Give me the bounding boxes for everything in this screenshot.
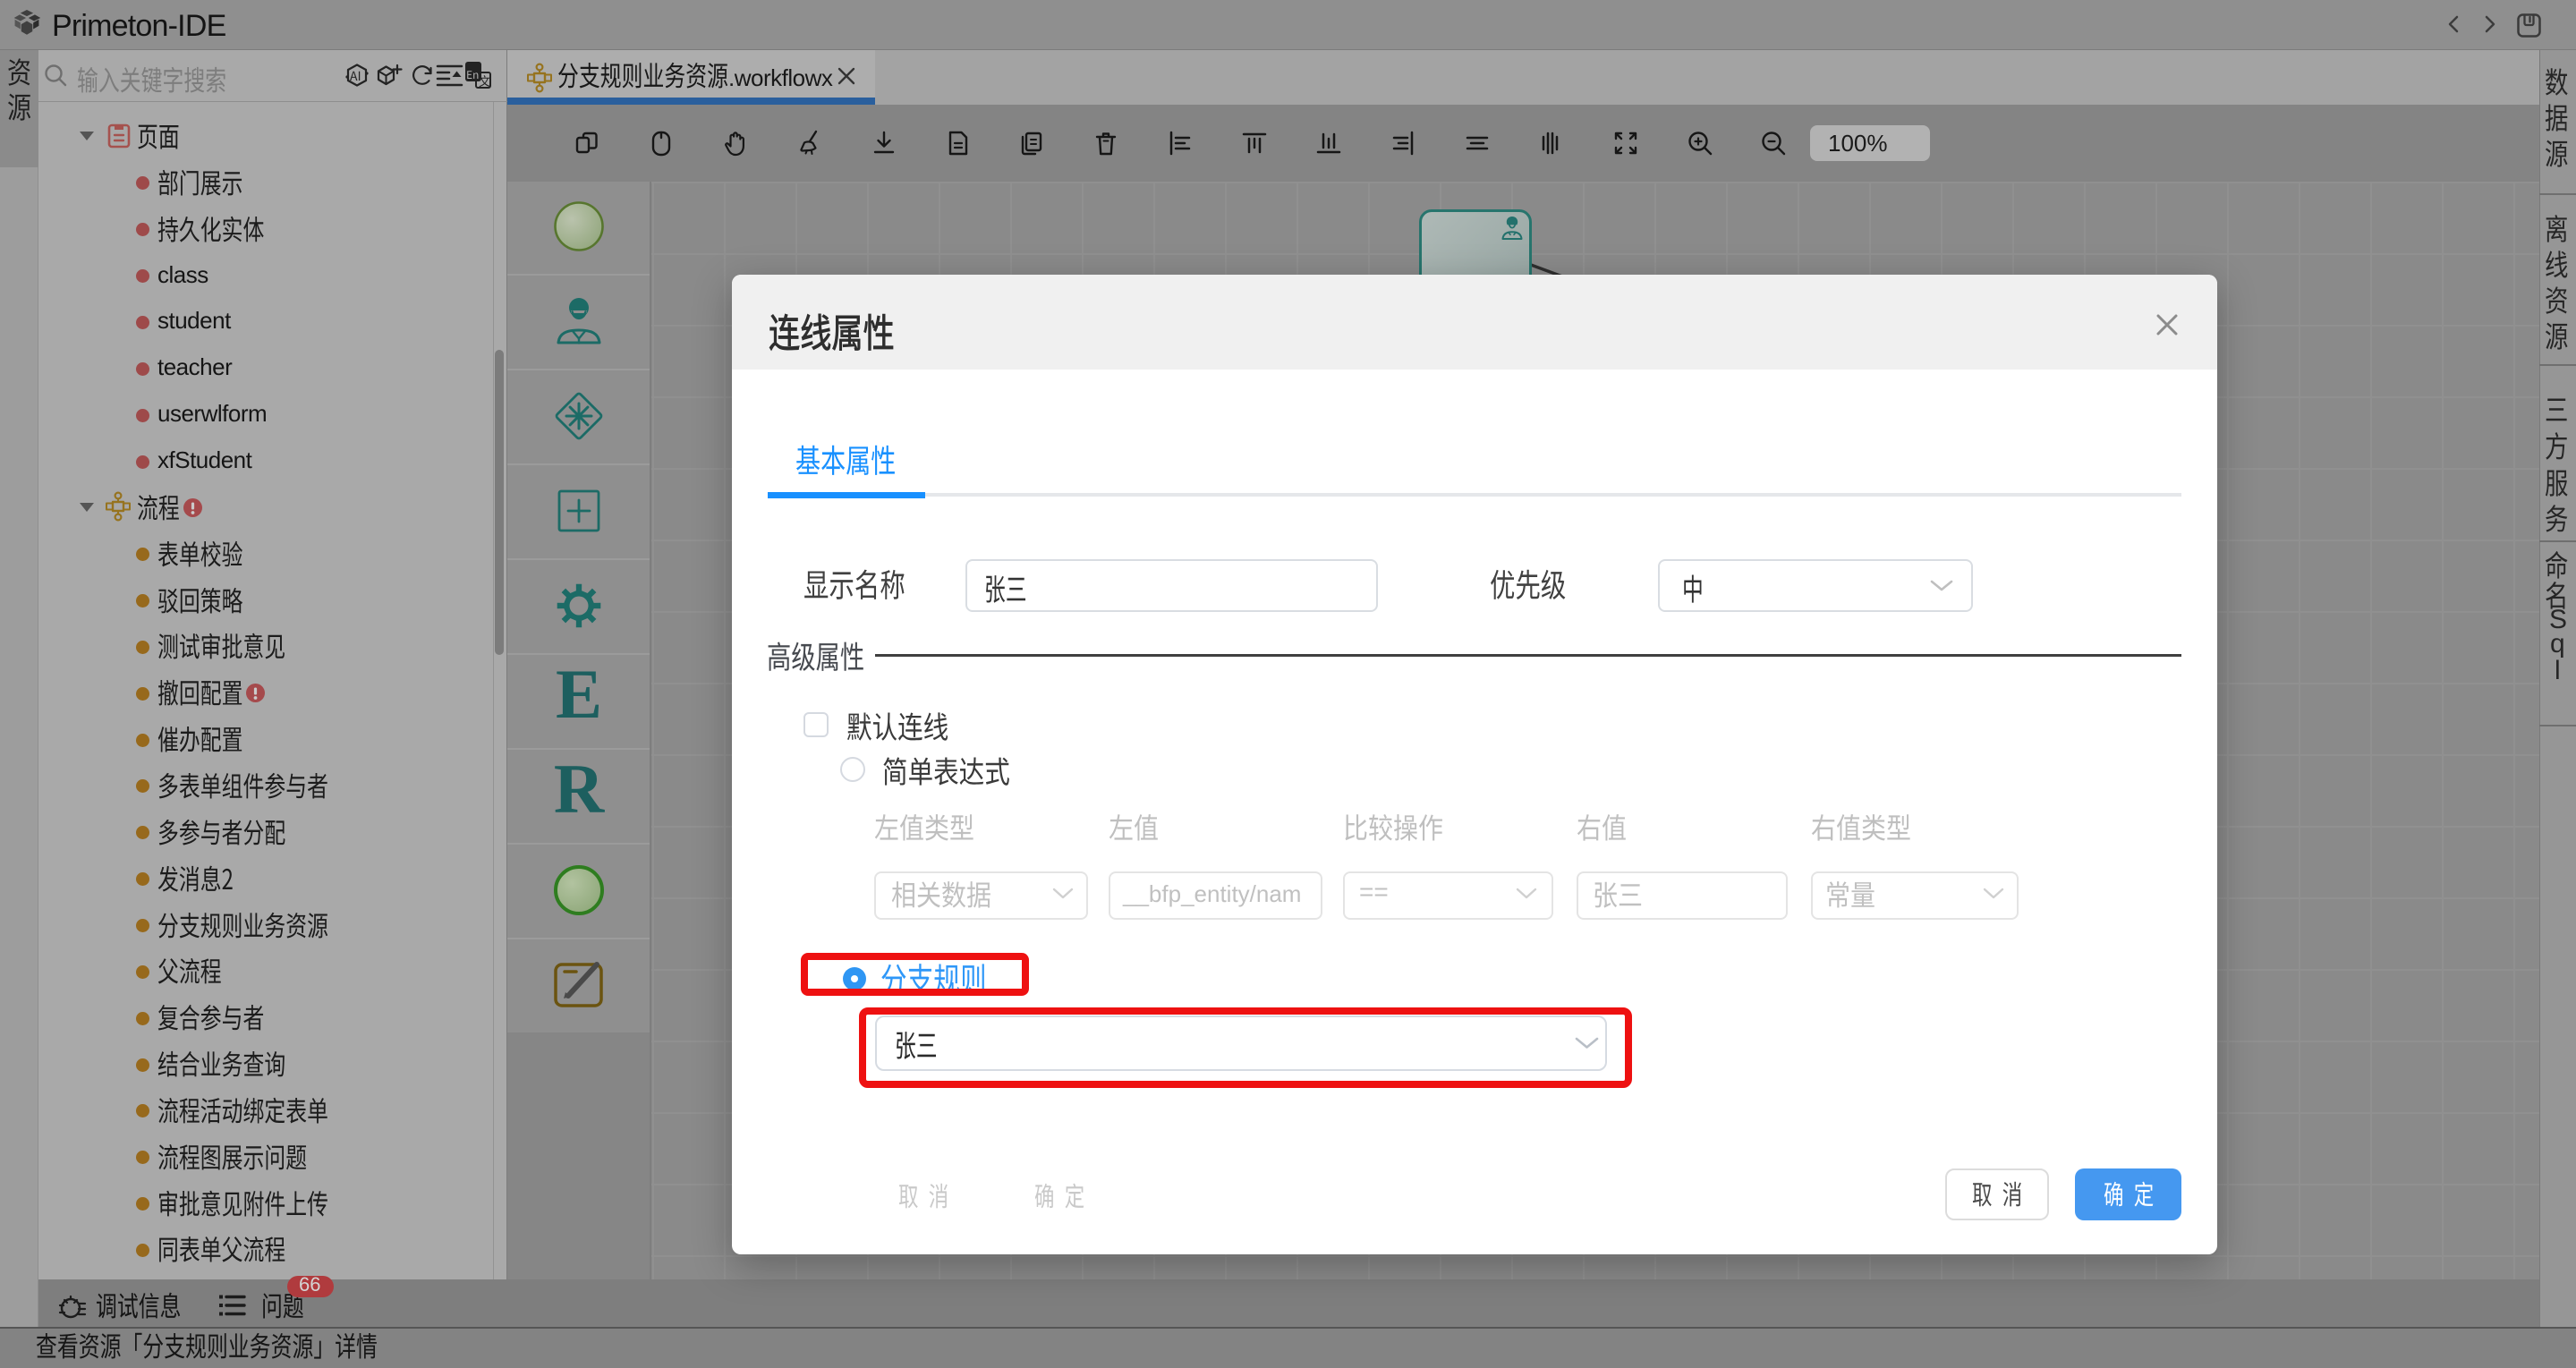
svg-text:E: E	[556, 655, 602, 733]
svg-text:R: R	[554, 750, 606, 828]
